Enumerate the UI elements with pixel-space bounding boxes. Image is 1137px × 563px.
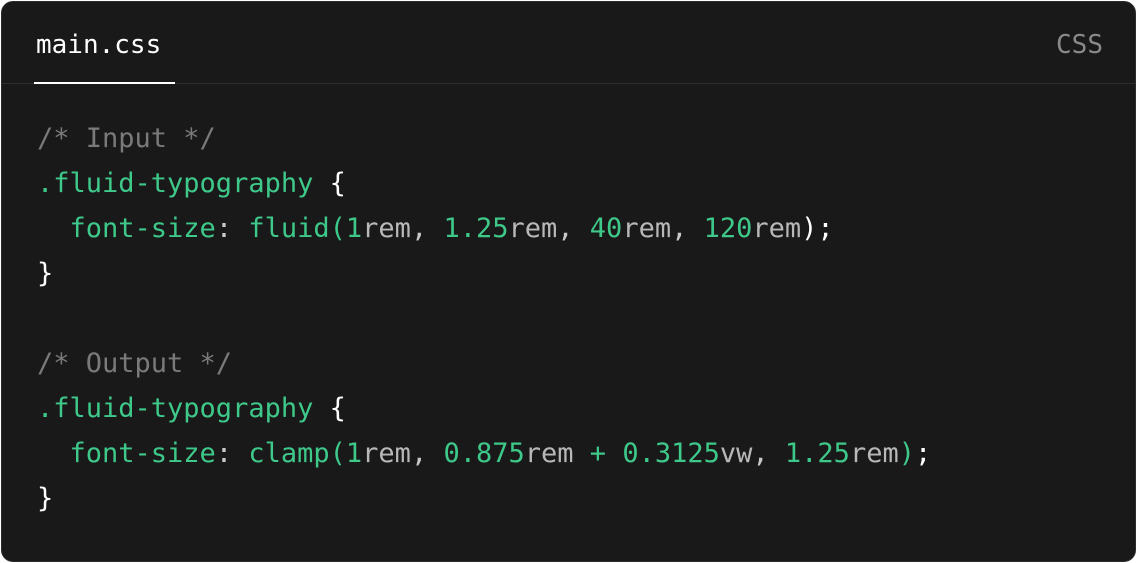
semicolon: ; (914, 438, 932, 469)
arg-unit: rem (524, 438, 574, 469)
close-brace: } (37, 483, 54, 514)
close-brace: } (37, 258, 54, 289)
separator: , (671, 213, 704, 244)
plus-operator: + (589, 438, 607, 469)
arg-number: 120 (703, 213, 753, 244)
code-line-6: /* Output */ (37, 341, 931, 386)
separator: , (410, 438, 444, 469)
arg-unit: vw (719, 438, 753, 469)
file-tab-label: main.css (36, 30, 162, 60)
arg-unit: rem (849, 438, 899, 469)
arg-number: 40 (589, 213, 623, 244)
arg-number: 1.25 (784, 438, 850, 469)
active-tab-indicator (34, 82, 175, 84)
code-tab-bar: main.css CSS (2, 2, 1135, 84)
function-fluid: fluid( (248, 213, 346, 244)
arg-unit: rem (362, 213, 411, 244)
arg-number: 1.25 (443, 213, 509, 244)
code-block: main.css CSS /* Input */ .fluid-typograph… (1, 1, 1136, 562)
code-line-4: } (37, 251, 931, 296)
separator: , (410, 213, 444, 244)
file-tab-main-css[interactable]: main.css (34, 2, 175, 84)
colon: : (215, 213, 233, 244)
open-brace: { (329, 393, 346, 424)
colon: : (215, 438, 233, 469)
arg-unit: rem (752, 213, 802, 244)
code-line-9: } (37, 476, 931, 521)
arg-number: 1 (345, 438, 363, 469)
separator: , (752, 438, 785, 469)
code-content: /* Input */ .fluid-typography { font-size… (37, 116, 931, 521)
function-clamp: clamp( (248, 438, 346, 469)
comment-input: /* Input */ (37, 123, 216, 154)
arg-number: 1 (345, 213, 363, 244)
code-line-1: /* Input */ (37, 116, 931, 161)
arg-unit: rem (508, 213, 558, 244)
arg-unit: rem (362, 438, 411, 469)
close-paren: ) (898, 438, 915, 469)
code-line-8: font-size: clamp(1rem, 0.875rem + 0.3125… (37, 431, 932, 476)
selector: .fluid-typography (37, 393, 314, 424)
close-paren-semicolon: ); (801, 213, 834, 244)
property-name: font-size (69, 213, 216, 244)
property-name: font-size (69, 438, 216, 469)
code-line-2: .fluid-typography { (37, 161, 931, 206)
code-line-7: .fluid-typography { (37, 386, 931, 431)
language-label: CSS (1056, 30, 1103, 60)
open-brace: { (329, 168, 346, 199)
code-line-3: font-size: fluid(1rem, 1.25rem, 40rem, 1… (37, 206, 931, 251)
code-line-5-blank (37, 296, 931, 341)
arg-unit: rem (622, 213, 672, 244)
selector: .fluid-typography (37, 168, 314, 199)
arg-number: 0.3125 (622, 438, 720, 469)
arg-number: 0.875 (443, 438, 525, 469)
separator: , (557, 213, 590, 244)
comment-output: /* Output */ (37, 348, 233, 379)
